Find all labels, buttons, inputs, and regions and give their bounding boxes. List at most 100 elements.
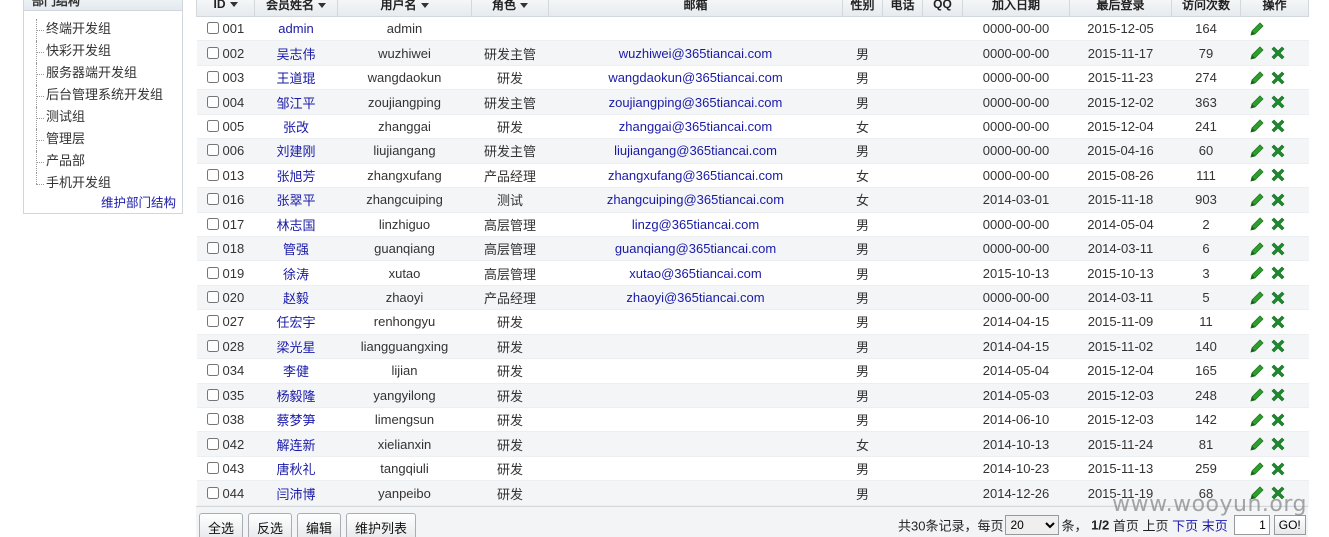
- row-checkbox[interactable]: [206, 217, 219, 230]
- row-checkbox[interactable]: [206, 364, 219, 377]
- edit-icon[interactable]: [1248, 117, 1266, 135]
- row-checkbox[interactable]: [206, 266, 219, 279]
- edit-icon[interactable]: [1248, 386, 1266, 404]
- column-header-join-date[interactable]: 加入日期: [962, 0, 1070, 17]
- column-header-id[interactable]: ID: [196, 0, 255, 17]
- delete-icon[interactable]: [1269, 240, 1287, 258]
- email-link[interactable]: zhangxufang@365tiancai.com: [608, 168, 783, 183]
- edit-icon[interactable]: [1248, 215, 1266, 233]
- edit-icon[interactable]: [1248, 20, 1266, 38]
- delete-icon[interactable]: [1269, 484, 1287, 502]
- edit-icon[interactable]: [1248, 362, 1266, 380]
- member-name-link[interactable]: 赵毅: [283, 291, 309, 306]
- page-number-input[interactable]: [1233, 515, 1270, 535]
- delete-icon[interactable]: [1269, 215, 1287, 233]
- member-name-link[interactable]: 李健: [283, 364, 309, 379]
- edit-icon[interactable]: [1248, 69, 1266, 87]
- row-checkbox[interactable]: [206, 46, 219, 59]
- row-checkbox[interactable]: [206, 168, 219, 181]
- department-item[interactable]: 后台管理系统开发组: [36, 85, 163, 107]
- delete-icon[interactable]: [1269, 264, 1287, 282]
- row-checkbox[interactable]: [206, 486, 219, 499]
- delete-icon[interactable]: [1269, 142, 1287, 160]
- delete-icon[interactable]: [1269, 460, 1287, 478]
- row-checkbox[interactable]: [206, 462, 219, 475]
- row-checkbox[interactable]: [206, 242, 219, 255]
- column-header-last-login[interactable]: 最后登录: [1069, 0, 1172, 17]
- delete-icon[interactable]: [1269, 337, 1287, 355]
- email-link[interactable]: zhangcuiping@365tiancai.com: [607, 192, 784, 207]
- email-link[interactable]: wuzhiwei@365tiancai.com: [619, 46, 772, 61]
- department-item[interactable]: 快彩开发组: [36, 41, 163, 63]
- delete-icon[interactable]: [1269, 435, 1287, 453]
- column-header-phone[interactable]: 电话: [882, 0, 923, 17]
- member-name-link[interactable]: 张改: [283, 120, 309, 135]
- email-link[interactable]: wangdaokun@365tiancai.com: [608, 70, 782, 85]
- member-name-link[interactable]: admin: [278, 21, 313, 36]
- member-name-link[interactable]: 王道琨: [276, 71, 315, 86]
- row-checkbox[interactable]: [206, 71, 219, 84]
- delete-icon[interactable]: [1269, 362, 1287, 380]
- member-name-link[interactable]: 徐涛: [283, 267, 309, 282]
- delete-icon[interactable]: [1269, 166, 1287, 184]
- edit-icon[interactable]: [1248, 44, 1266, 62]
- select-all-button[interactable]: 全选: [199, 513, 244, 537]
- department-item[interactable]: 测试组: [36, 107, 163, 129]
- invert-selection-button[interactable]: 反选: [248, 513, 293, 537]
- row-checkbox[interactable]: [206, 22, 219, 35]
- edit-icon[interactable]: [1248, 191, 1266, 209]
- row-checkbox[interactable]: [206, 388, 219, 401]
- department-item[interactable]: 产品部: [36, 151, 163, 173]
- member-name-link[interactable]: 刘建刚: [276, 144, 315, 159]
- email-link[interactable]: zoujiangping@365tiancai.com: [609, 95, 783, 110]
- edit-button[interactable]: 编辑: [297, 513, 342, 537]
- member-name-link[interactable]: 蔡梦笋: [276, 413, 315, 428]
- next-page-link[interactable]: 下页: [1172, 519, 1198, 534]
- delete-icon[interactable]: [1269, 289, 1287, 307]
- column-header-role[interactable]: 角色: [471, 0, 549, 17]
- row-checkbox[interactable]: [206, 437, 219, 450]
- member-name-link[interactable]: 吴志伟: [276, 47, 315, 62]
- edit-icon[interactable]: [1248, 484, 1266, 502]
- department-item[interactable]: 管理层: [36, 129, 163, 151]
- edit-icon[interactable]: [1248, 337, 1266, 355]
- column-header-email[interactable]: 邮箱: [548, 0, 843, 17]
- delete-icon[interactable]: [1269, 386, 1287, 404]
- member-name-link[interactable]: 管强: [283, 242, 309, 257]
- delete-icon[interactable]: [1269, 191, 1287, 209]
- member-name-link[interactable]: 杨毅隆: [276, 389, 315, 404]
- row-checkbox[interactable]: [206, 193, 219, 206]
- column-header-name[interactable]: 会员姓名: [254, 0, 338, 17]
- edit-icon[interactable]: [1248, 313, 1266, 331]
- member-name-link[interactable]: 张翠平: [276, 193, 315, 208]
- member-name-link[interactable]: 任宏宇: [276, 315, 315, 330]
- row-checkbox[interactable]: [206, 315, 219, 328]
- email-link[interactable]: zhaoyi@365tiancai.com: [626, 290, 764, 305]
- email-link[interactable]: xutao@365tiancai.com: [629, 266, 761, 281]
- edit-icon[interactable]: [1248, 264, 1266, 282]
- department-item[interactable]: 服务器端开发组: [36, 63, 163, 85]
- member-name-link[interactable]: 解连新: [276, 438, 315, 453]
- row-checkbox[interactable]: [206, 413, 219, 426]
- delete-icon[interactable]: [1269, 117, 1287, 135]
- column-header-visits[interactable]: 访问次数: [1171, 0, 1241, 17]
- column-header-gender[interactable]: 性别: [842, 0, 883, 17]
- row-checkbox[interactable]: [206, 144, 219, 157]
- member-name-link[interactable]: 闫沛博: [276, 487, 315, 502]
- member-name-link[interactable]: 邹江平: [276, 96, 315, 111]
- edit-icon[interactable]: [1248, 289, 1266, 307]
- edit-icon[interactable]: [1248, 142, 1266, 160]
- member-name-link[interactable]: 梁光星: [276, 340, 315, 355]
- member-name-link[interactable]: 林志国: [276, 218, 315, 233]
- delete-icon[interactable]: [1269, 69, 1287, 87]
- delete-icon[interactable]: [1269, 313, 1287, 331]
- column-header-username[interactable]: 用户名: [337, 0, 472, 17]
- edit-icon[interactable]: [1248, 240, 1266, 258]
- row-checkbox[interactable]: [206, 291, 219, 304]
- email-link[interactable]: liujiangang@365tiancai.com: [614, 143, 777, 158]
- email-link[interactable]: zhanggai@365tiancai.com: [619, 119, 772, 134]
- department-item[interactable]: 终端开发组: [36, 19, 163, 41]
- edit-icon[interactable]: [1248, 166, 1266, 184]
- delete-icon[interactable]: [1269, 44, 1287, 62]
- go-button[interactable]: GO!: [1273, 515, 1306, 535]
